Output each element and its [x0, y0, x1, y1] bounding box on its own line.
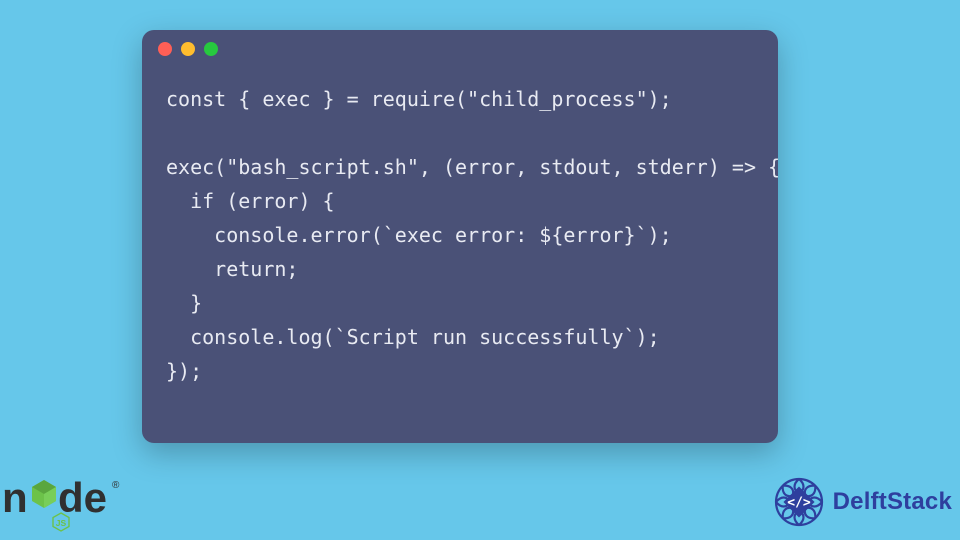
delftstack-badge-icon: </>	[771, 474, 827, 530]
maximize-icon[interactable]	[204, 42, 218, 56]
svg-text:</>: </>	[787, 496, 811, 511]
svg-text:de: de	[58, 474, 107, 521]
window-titlebar	[142, 30, 778, 68]
svg-text:®: ®	[112, 480, 120, 491]
close-icon[interactable]	[158, 42, 172, 56]
nodejs-logo: n de JS ®	[2, 468, 132, 534]
delftstack-logo: </> DelftStack	[771, 474, 952, 530]
svg-text:JS: JS	[56, 518, 67, 528]
code-window: const { exec } = require("child_process"…	[142, 30, 778, 443]
minimize-icon[interactable]	[181, 42, 195, 56]
delftstack-text: DelftStack	[833, 488, 952, 516]
svg-text:n: n	[2, 474, 28, 521]
code-block: const { exec } = require("child_process"…	[142, 68, 778, 408]
